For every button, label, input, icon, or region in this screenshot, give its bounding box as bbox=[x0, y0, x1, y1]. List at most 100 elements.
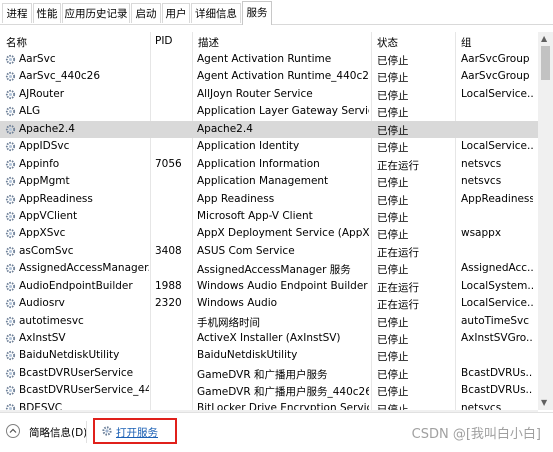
service-group: autoTimeSvc bbox=[461, 314, 529, 327]
service-status: 已停止 bbox=[377, 142, 409, 155]
column-header-name[interactable]: 名称 bbox=[6, 35, 27, 50]
service-status: 已停止 bbox=[377, 55, 409, 67]
table-row[interactable]: Audiosrv 2320 Windows Audio 正在运行 LocalServic… bbox=[0, 295, 538, 312]
open-services-link[interactable]: 打开服务 bbox=[116, 425, 158, 440]
chevron-up-icon[interactable] bbox=[6, 424, 20, 438]
service-description: Application Layer Gateway Service bbox=[197, 105, 369, 118]
tab-app-history[interactable]: 应用历史记录 bbox=[62, 3, 130, 23]
table-row[interactable]: AppIDSvc Application Identity 已停止 LocalServ… bbox=[0, 138, 538, 155]
table-row[interactable]: AppXSvc AppX Deployment Service (AppX... 已… bbox=[0, 225, 538, 242]
tab-processes[interactable]: 进程 bbox=[2, 3, 32, 23]
table-row[interactable]: AxInstSV ActiveX Installer (AxInstSV) 已停止 A… bbox=[0, 330, 538, 347]
service-status: 已停止 bbox=[377, 264, 409, 277]
service-group: AxInstSVGro... bbox=[461, 332, 533, 344]
service-name: AarSvc bbox=[19, 53, 56, 65]
service-gear-icon bbox=[5, 351, 16, 361]
service-group: LocalSystem... bbox=[461, 279, 533, 292]
table-row[interactable]: BaiduNetdiskUtility BaiduNetdiskUtility 已停… bbox=[0, 347, 538, 364]
table-row[interactable]: AssignedAccessManager... AssignedAccessMa… bbox=[0, 260, 538, 277]
service-status: 已停止 bbox=[377, 334, 409, 346]
table-row[interactable]: Apache2.4 Apache2.4 已停止 bbox=[0, 120, 538, 139]
brief-info-button[interactable]: 简略信息(D) bbox=[29, 425, 87, 440]
vertical-scrollbar[interactable]: ▲ ▼ bbox=[538, 32, 553, 410]
service-description: BaiduNetdiskUtility bbox=[197, 349, 298, 362]
table-row[interactable]: ALG Application Layer Gateway Service 已停止 bbox=[0, 103, 538, 120]
service-description: Application Information bbox=[197, 157, 320, 170]
service-description: Windows Audio bbox=[197, 297, 278, 310]
service-status: 正在运行 bbox=[377, 299, 419, 312]
tab-performance[interactable]: 性能 bbox=[33, 3, 61, 23]
column-header-pid[interactable]: PID bbox=[155, 35, 173, 47]
service-group: AarSvcGroup bbox=[461, 70, 530, 83]
service-name: BcastDVRUserService_44... bbox=[19, 384, 149, 397]
service-description: AllJoyn Router Service bbox=[197, 87, 313, 100]
table-row[interactable]: autotimesvc 手机网络时间 已停止 autoTimeSvc bbox=[0, 313, 538, 330]
service-description: 手机网络时间 bbox=[197, 316, 260, 329]
service-name: AarSvc_440c26 bbox=[19, 70, 101, 83]
scrollbar-thumb[interactable] bbox=[541, 46, 550, 80]
tab-users[interactable]: 用户 bbox=[162, 3, 190, 23]
service-gear-icon bbox=[5, 229, 16, 239]
service-gear-icon bbox=[5, 124, 16, 134]
service-status: 已停止 bbox=[377, 72, 409, 85]
table-row[interactable]: AarSvc Agent Activation Runtime 已停止 AarSvcG… bbox=[0, 51, 538, 68]
service-group: LocalService... bbox=[461, 140, 533, 153]
service-gear-icon bbox=[5, 142, 16, 152]
service-name: asComSvc bbox=[19, 244, 74, 257]
service-status: 已停止 bbox=[377, 386, 409, 399]
service-status: 已停止 bbox=[377, 211, 409, 224]
service-description: GameDVR 和广播用户服务 bbox=[197, 368, 328, 381]
divider bbox=[86, 421, 87, 443]
column-header-group[interactable]: 组 bbox=[461, 35, 472, 50]
gear-icon bbox=[102, 426, 112, 436]
footer-bar: 简略信息(D) 打开服务 CSDN @[我叫白小白] bbox=[0, 412, 553, 452]
service-group: AppReadiness bbox=[461, 192, 533, 205]
service-gear-icon bbox=[5, 264, 16, 274]
service-gear-icon bbox=[5, 89, 16, 99]
service-gear-icon bbox=[5, 211, 16, 222]
service-name: BaiduNetdiskUtility bbox=[19, 349, 120, 362]
service-pid: 2320 bbox=[155, 297, 182, 310]
service-group: wsappx bbox=[461, 227, 502, 240]
service-status: 正在运行 bbox=[377, 246, 419, 259]
service-gear-icon bbox=[5, 246, 16, 256]
service-name: AppXSvc bbox=[19, 227, 66, 240]
table-row[interactable]: AppVClient Microsoft App-V Client 已停止 bbox=[0, 208, 538, 225]
service-description: ASUS Com Service bbox=[197, 244, 295, 257]
tab-startup[interactable]: 启动 bbox=[131, 3, 161, 23]
service-description: AppX Deployment Service (AppX... bbox=[197, 227, 369, 240]
tab-services[interactable]: 服务 bbox=[242, 1, 272, 25]
service-name: ALG bbox=[19, 105, 41, 118]
service-gear-icon bbox=[5, 176, 16, 187]
table-row[interactable]: asComSvc 3408 ASUS Com Service 正在运行 bbox=[0, 243, 538, 260]
open-services-highlight: 打开服务 bbox=[93, 418, 177, 444]
column-header-description[interactable]: 描述 bbox=[198, 35, 219, 50]
service-gear-icon bbox=[5, 333, 16, 344]
table-row[interactable]: BcastDVRUserService_44... GameDVR 和广播用户服务… bbox=[0, 382, 538, 399]
scroll-down-icon[interactable]: ▼ bbox=[541, 398, 547, 408]
service-description: Application Management bbox=[197, 175, 329, 188]
table-row[interactable]: AppMgmt Application Management 已停止 netsvcs bbox=[0, 173, 538, 190]
scroll-up-icon[interactable]: ▲ bbox=[541, 34, 547, 44]
watermark: CSDN @[我叫白小白] bbox=[411, 427, 541, 442]
service-name: AJRouter bbox=[19, 87, 65, 100]
service-status: 已停止 bbox=[377, 368, 409, 381]
service-status: 正在运行 bbox=[377, 281, 419, 294]
table-row[interactable]: BcastDVRUserService GameDVR 和广播用户服务 已停止 Bca… bbox=[0, 365, 538, 382]
service-description: Microsoft App-V Client bbox=[197, 209, 313, 222]
service-name: AppMgmt bbox=[19, 175, 70, 188]
column-header-status[interactable]: 状态 bbox=[377, 35, 398, 50]
table-row[interactable]: AarSvc_440c26 Agent Activation Runtime_44… bbox=[0, 68, 538, 85]
table-row[interactable]: AudioEndpointBuilder 1988 Windows Audio En… bbox=[0, 278, 538, 295]
table-row[interactable]: Appinfo 7056 Application Information 正在运行 ne… bbox=[0, 156, 538, 173]
service-gear-icon bbox=[5, 54, 16, 65]
service-gear-icon bbox=[5, 316, 16, 326]
service-status: 已停止 bbox=[377, 229, 409, 242]
table-row[interactable]: AJRouter AllJoyn Router Service 已停止 LocalSe… bbox=[0, 86, 538, 103]
table-row[interactable]: AppReadiness App Readiness 已停止 AppReadiness bbox=[0, 191, 538, 208]
service-group: AarSvcGroup bbox=[461, 53, 530, 65]
service-group: netsvcs bbox=[461, 175, 502, 188]
service-description: Apache2.4 bbox=[197, 122, 253, 135]
service-status: 已停止 bbox=[377, 351, 409, 364]
tab-details[interactable]: 详细信息 bbox=[191, 3, 241, 23]
